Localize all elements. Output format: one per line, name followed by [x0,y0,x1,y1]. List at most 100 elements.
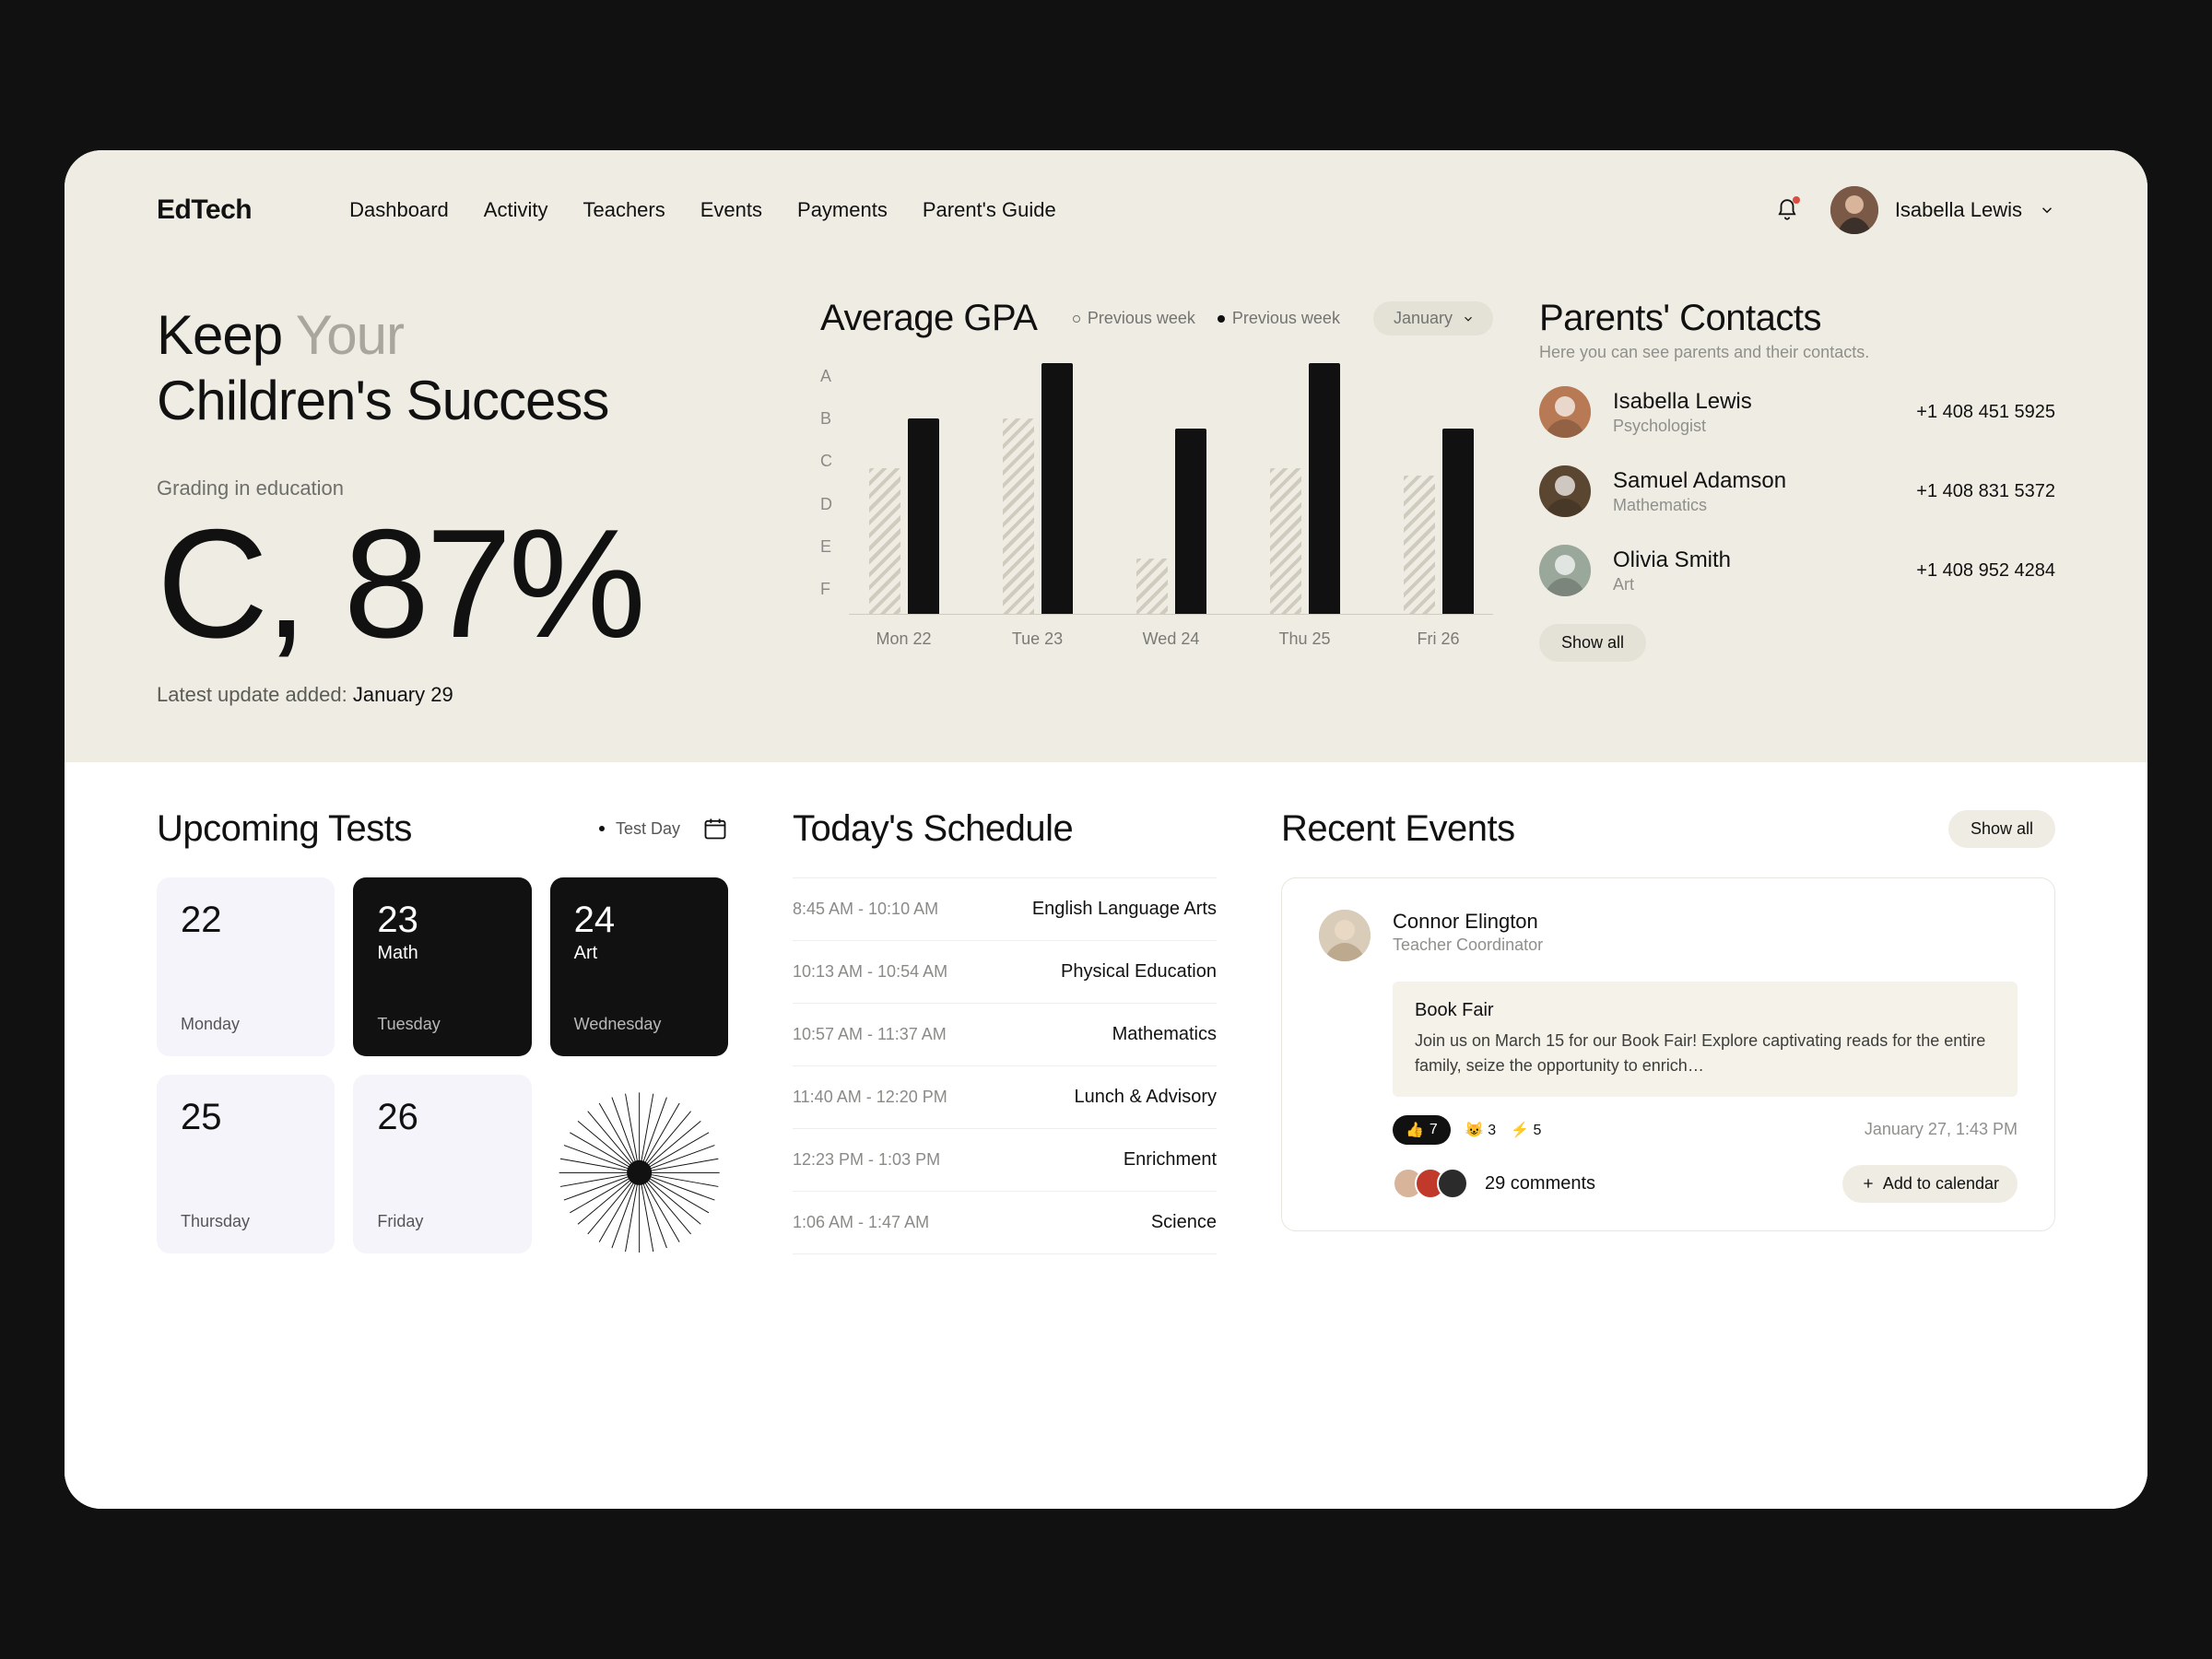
day-card[interactable]: 26 Friday [353,1075,531,1253]
day-card[interactable]: 23 Math Tuesday [353,877,531,1056]
contact-role: Psychologist [1613,417,1752,436]
schedule-row: 10:13 AM - 10:54 AMPhysical Education [793,941,1217,1004]
user-menu[interactable]: Isabella Lewis [1830,186,2055,234]
day-number: 23 [377,900,507,941]
contact-avatar [1539,386,1591,438]
chart-area: A B C D E F Mon 22Tue 23Wed 24Thu 25Fri … [820,363,1493,649]
nav-parents-guide[interactable]: Parent's Guide [923,198,1056,222]
contact-name: Samuel Adamson [1613,468,1786,494]
month-select[interactable]: January [1373,301,1493,335]
schedule-time: 11:40 AM - 12:20 PM [793,1088,947,1107]
month-label: January [1394,309,1453,328]
bar-group [982,363,1092,614]
avatar [1830,186,1878,234]
hero: Keep Your Children's Success Grading in … [65,270,2147,762]
bar-current [1041,363,1073,614]
day-card[interactable]: 24 Art Wednesday [550,877,728,1056]
schedule-time: 10:13 AM - 10:54 AM [793,962,947,982]
nav-activity[interactable]: Activity [484,198,548,222]
headline-block: Keep Your Children's Success Grading in … [157,270,774,707]
day-card[interactable]: 22 Monday [157,877,335,1056]
nav-teachers[interactable]: Teachers [582,198,665,222]
event-card: Connor Elington Teacher Coordinator Book… [1281,877,2055,1231]
schedule-subject: Science [1151,1212,1217,1233]
schedule-list: 8:45 AM - 10:10 AM English Language Arts 1… [793,877,1217,1254]
headline: Keep Your Children's Success [157,303,774,434]
add-to-calendar[interactable]: Add to calendar [1842,1165,2018,1203]
contact-row[interactable]: Samuel Adamson Mathematics +1 408 831 53… [1539,465,2055,517]
schedule-time: 1:06 AM - 1:47 AM [793,1213,929,1232]
day-number: 24 [574,900,704,941]
legend-prev-solid: Previous week [1218,309,1340,328]
bar-current [1175,429,1206,614]
day-subject: Art [574,943,704,964]
day-number: 25 [181,1097,311,1138]
event-body: Book Fair Join us on March 15 for our Bo… [1393,982,2018,1097]
nav-events[interactable]: Events [700,198,762,222]
bar-group [1116,363,1226,614]
events-showall[interactable]: Show all [1948,810,2055,848]
bar-previous [1003,418,1034,614]
bar-previous [869,468,900,614]
schedule: Today's Schedule 8:45 AM - 10:10 AMEngli… [793,808,1217,1453]
contact-role: Art [1613,575,1731,594]
chevron-down-icon [2039,202,2055,218]
lower: Upcoming Tests Test Day 22 Monday 23 Mat… [65,762,2147,1509]
bar-previous [1136,559,1168,614]
gpa-chart: Average GPA Previous week Previous week … [820,270,1493,707]
tests-title: Upcoming Tests [157,808,412,850]
contact-list: Isabella Lewis Psychologist +1 408 451 5… [1539,386,2055,596]
event-author: Connor Elington Teacher Coordinator [1393,910,1543,961]
day-card-decor [550,1075,728,1253]
schedule-subject: Lunch & Advisory [1074,1087,1217,1108]
contacts-title: Parents' Contacts [1539,298,2055,339]
user-name: Isabella Lewis [1895,198,2022,222]
contact-row[interactable]: Isabella Lewis Psychologist +1 408 451 5… [1539,386,2055,438]
headline-pre: Keep [157,304,296,366]
schedule-subject: Mathematics [1112,1024,1217,1045]
notification-dot [1793,196,1800,204]
bar-current [908,418,939,614]
reaction-bolt[interactable]: ⚡ 5 [1511,1121,1541,1139]
notification-bell[interactable] [1775,198,1799,222]
schedule-time: 8:45 AM - 10:10 AM [793,900,938,919]
tests-grid: 22 Monday 23 Math Tuesday 24 Art Wednesd… [157,877,728,1253]
main-nav: Dashboard Activity Teachers Events Payme… [349,198,1056,222]
plus-icon [1861,1176,1876,1191]
contact-phone: +1 408 831 5372 [1916,481,2055,502]
event-date: January 27, 1:43 PM [1865,1120,2018,1139]
x-tick: Wed 24 [1116,629,1226,649]
commenters-stack[interactable] [1393,1168,1468,1199]
calendar-icon[interactable] [702,816,728,841]
legend-prev-hollow: Previous week [1073,309,1195,328]
event-post-body: Join us on March 15 for our Book Fair! E… [1415,1029,1995,1078]
contacts-showall[interactable]: Show all [1539,624,1646,662]
x-tick: Mon 22 [849,629,959,649]
chart-title: Average GPA [820,298,1037,339]
contact-row[interactable]: Olivia Smith Art +1 408 952 4284 [1539,545,2055,596]
bar-group [1383,363,1493,614]
contact-phone: +1 408 451 5925 [1916,402,2055,423]
nav-payments[interactable]: Payments [797,198,888,222]
bar-group [1250,363,1359,614]
schedule-subject: English Language Arts [1032,899,1217,920]
day-name: Tuesday [377,1015,507,1034]
contacts: Parents' Contacts Here you can see paren… [1539,270,2055,707]
schedule-row: 11:40 AM - 12:20 PM Lunch & Advisory [793,1066,1217,1129]
latest-update: Latest update added: January 29 [157,683,774,707]
reaction-thumbs[interactable]: 👍7 [1393,1115,1451,1145]
x-axis: Mon 22Tue 23Wed 24Thu 25Fri 26 [849,629,1493,649]
reaction-cat[interactable]: 😺 3 [1465,1121,1496,1139]
x-tick: Tue 23 [982,629,1092,649]
bar-group [849,363,959,614]
nav-dashboard[interactable]: Dashboard [349,198,449,222]
comments-count[interactable]: 29 comments [1485,1173,1595,1194]
chevron-down-icon [1462,312,1475,325]
event-avatar [1319,910,1371,961]
event-author-name: Connor Elington [1393,910,1543,934]
day-name: Friday [377,1212,507,1231]
day-card[interactable]: 25 Thursday [157,1075,335,1253]
event-author-role: Teacher Coordinator [1393,935,1543,955]
day-name: Monday [181,1015,311,1034]
schedule-time: 12:23 PM - 1:03 PM [793,1150,940,1170]
